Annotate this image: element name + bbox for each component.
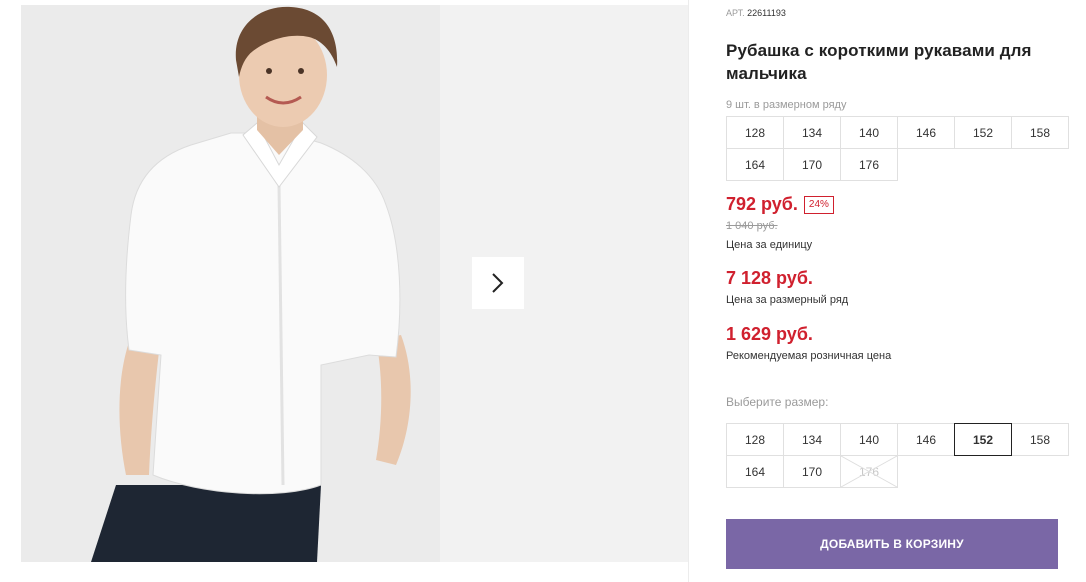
size-picker: 128 134 140 146 152 158 164 170 176 [726,423,1069,488]
unit-price-row: 792 руб. 24% [726,194,834,215]
size-option-170[interactable]: 170 [783,455,841,488]
product-gallery [0,0,688,582]
size-row-item: 158 [1011,116,1069,149]
article-value: 22611193 [747,8,786,18]
size-row-item: 170 [783,148,841,181]
article-number: АРТ. 22611193 [726,8,786,18]
unavailable-cross-icon [841,456,897,487]
product-title: Рубашка с короткими рукавами для мальчик… [726,41,1032,83]
retail-price: 1 629 руб. [726,324,813,344]
chevron-right-icon [492,273,504,293]
size-option-152[interactable]: 152 [954,423,1012,456]
size-row-item: 146 [897,116,955,149]
discount-badge: 24% [803,195,834,214]
old-price: 1 040 руб. [726,220,778,232]
boy-in-white-shirt-image [21,5,440,562]
size-option-140[interactable]: 140 [840,423,898,456]
size-row-item: 164 [726,148,784,181]
choose-size-label: Выберите размер: [726,395,829,409]
unit-price: 792 руб. [726,194,798,214]
size-option-134[interactable]: 134 [783,423,841,456]
size-option-176-unavailable: 176 [840,455,898,488]
row-price-caption: Цена за размерный ряд [726,294,849,306]
product-photo[interactable] [21,5,440,562]
size-row-grid: 128 134 140 146 152 158 164 170 176 [726,116,1069,181]
size-row-item: 134 [783,116,841,149]
add-to-cart-button[interactable]: ДОБАВИТЬ В КОРЗИНУ [726,519,1058,569]
size-row-item: 140 [840,116,898,149]
size-option-158[interactable]: 158 [1011,423,1069,456]
column-divider [688,0,689,582]
article-label: АРТ. [726,8,745,18]
size-option-146[interactable]: 146 [897,423,955,456]
unit-price-caption: Цена за единицу [726,239,813,251]
size-option-128[interactable]: 128 [726,423,784,456]
retail-price-caption: Рекомендуемая розничная цена [726,350,892,362]
size-option-164[interactable]: 164 [726,455,784,488]
size-row-item: 128 [726,116,784,149]
pieces-in-row: 9 шт. в размерном ряду [726,99,847,111]
row-price: 7 128 руб. [726,268,813,288]
next-photo-button[interactable] [472,257,524,309]
size-row-item: 152 [954,116,1012,149]
size-row-item: 176 [840,148,898,181]
